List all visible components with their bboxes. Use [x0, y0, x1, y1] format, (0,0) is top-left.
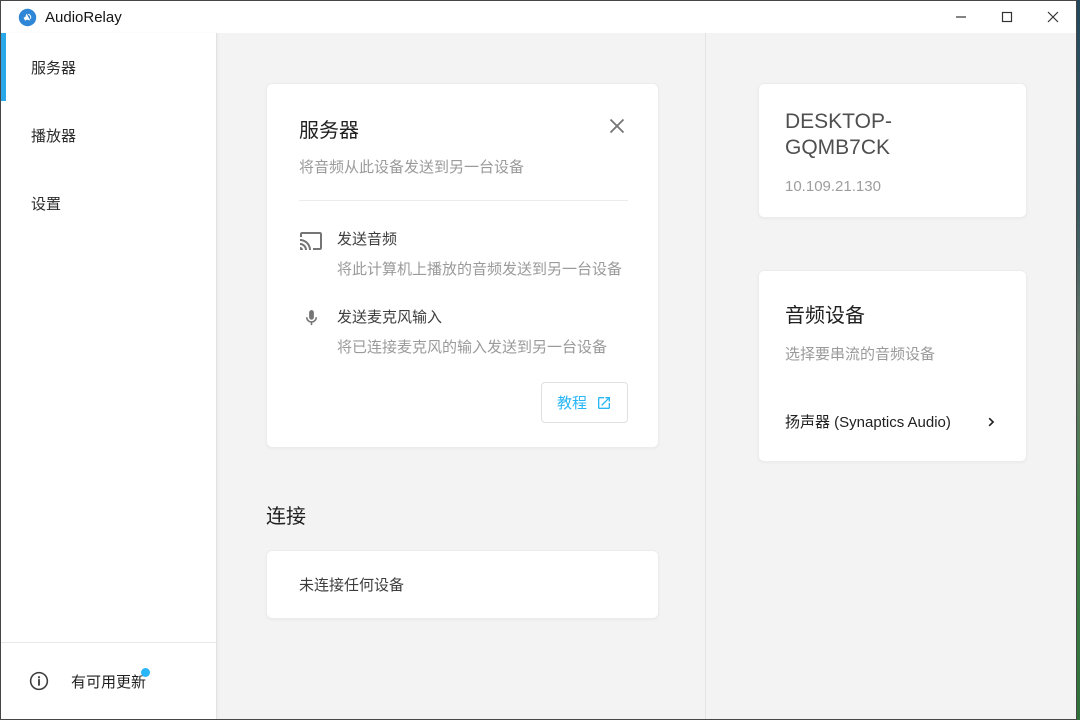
host-device-card: DESKTOP-GQMB7CK 10.109.21.130 — [758, 83, 1027, 218]
host-device-name: DESKTOP-GQMB7CK — [785, 109, 975, 161]
sidebar-item-settings[interactable]: 设置 — [1, 169, 216, 237]
audiorelay-logo-icon — [18, 8, 37, 27]
update-badge-dot — [141, 668, 150, 677]
sidebar-item-label: 播放器 — [31, 125, 76, 146]
main-content: 服务器 将音频从此设备发送到另一台设备 发送音频 将此计算机上 — [217, 33, 706, 719]
audio-devices-subtitle: 选择要串流的音频设备 — [785, 343, 1002, 364]
sidebar-item-player[interactable]: 播放器 — [1, 101, 216, 169]
microphone-icon — [299, 307, 323, 357]
server-card-title: 服务器 — [299, 114, 359, 143]
server-card: 服务器 将音频从此设备发送到另一台设备 发送音频 将此计算机上 — [266, 83, 659, 448]
connections-card: 未连接任何设备 — [266, 550, 659, 619]
app-title: AudioRelay — [45, 9, 938, 26]
titlebar: AudioRelay — [1, 1, 1076, 33]
close-icon — [608, 117, 626, 135]
close-window-button[interactable] — [1030, 1, 1076, 33]
feature-send-audio: 发送音频 将此计算机上播放的音频发送到另一台设备 — [299, 228, 628, 279]
divider — [299, 200, 628, 201]
sidebar-item-label: 设置 — [31, 193, 61, 214]
server-card-close-button[interactable] — [608, 117, 626, 135]
audio-devices-card: 音频设备 选择要串流的音频设备 扬声器 (Synaptics Audio) — [758, 270, 1027, 462]
feature-title: 发送音频 — [337, 228, 622, 249]
minimize-button[interactable] — [938, 1, 984, 33]
audio-devices-title: 音频设备 — [785, 299, 1002, 328]
update-notice-label: 有可用更新 — [71, 671, 146, 692]
close-icon — [1047, 11, 1059, 23]
feature-description: 将此计算机上播放的音频发送到另一台设备 — [337, 258, 622, 279]
feature-title: 发送麦克风输入 — [337, 306, 607, 327]
update-notice-row[interactable]: 有可用更新 — [1, 642, 216, 719]
chevron-right-icon — [982, 412, 1002, 432]
connections-heading: 连接 — [266, 500, 656, 529]
feature-send-microphone: 发送麦克风输入 将已连接麦克风的输入发送到另一台设备 — [299, 306, 628, 357]
minimize-icon — [955, 11, 967, 23]
feature-description: 将已连接麦克风的输入发送到另一台设备 — [337, 336, 607, 357]
right-panel: DESKTOP-GQMB7CK 10.109.21.130 音频设备 选择要串流… — [706, 33, 1076, 719]
tutorial-button-label: 教程 — [557, 392, 587, 413]
selected-audio-device-label: 扬声器 (Synaptics Audio) — [785, 411, 951, 432]
app-window: AudioRelay 服务器 播放器 设置 — [0, 0, 1077, 720]
maximize-button[interactable] — [984, 1, 1030, 33]
host-device-ip: 10.109.21.130 — [785, 178, 1000, 195]
external-link-icon — [596, 395, 612, 411]
sidebar: 服务器 播放器 设置 有可用更新 — [1, 33, 217, 719]
sidebar-item-server[interactable]: 服务器 — [1, 33, 216, 101]
server-card-subtitle: 将音频从此设备发送到另一台设备 — [299, 156, 628, 177]
audio-device-selector[interactable]: 扬声器 (Synaptics Audio) — [785, 411, 1002, 432]
tutorial-button[interactable]: 教程 — [541, 382, 628, 423]
info-icon — [28, 670, 50, 692]
connections-empty-message: 未连接任何设备 — [299, 574, 404, 595]
maximize-icon — [1001, 11, 1013, 23]
window-controls — [938, 1, 1076, 33]
cast-icon — [299, 229, 323, 279]
sidebar-item-label: 服务器 — [31, 57, 76, 78]
